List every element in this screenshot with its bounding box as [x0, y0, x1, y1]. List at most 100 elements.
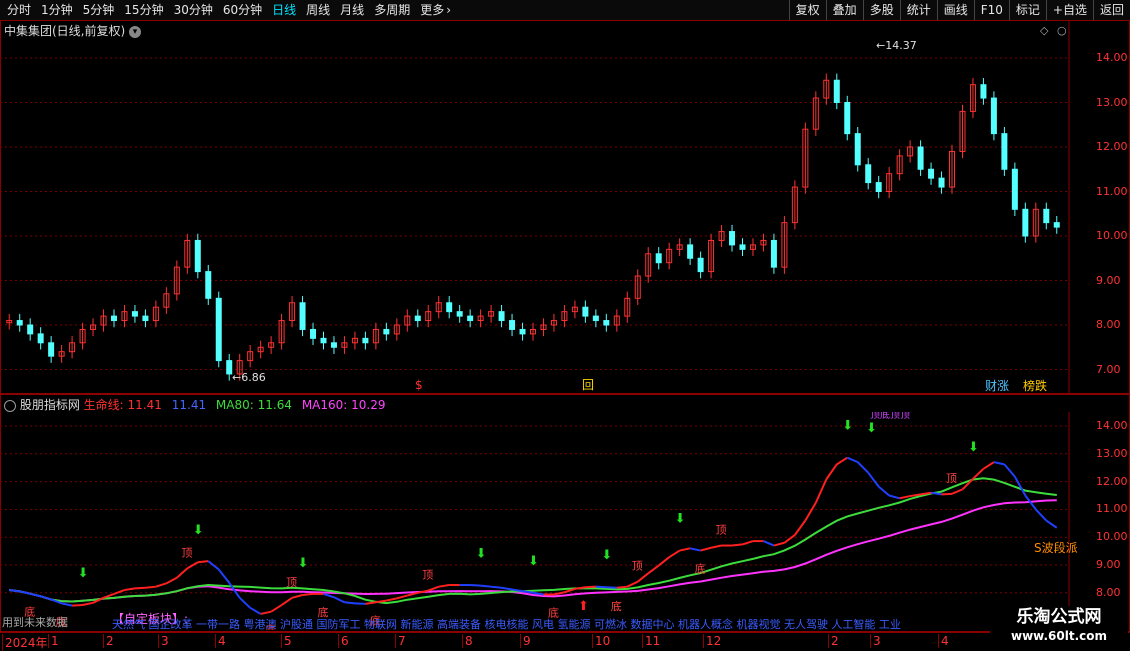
candle	[121, 304, 128, 328]
candle	[739, 238, 746, 257]
top-marker-text: 顶底顶顶	[870, 412, 910, 421]
indicator-chart[interactable]: ⬇⬇⬇⬇⬇⬇⬇⬇⬇顶顶顶顶顶顶底底底底底底底底顶底顶顶⬇⬆	[0, 412, 1070, 630]
settings-icon[interactable]	[4, 399, 16, 412]
x-axis-label: 9	[520, 634, 531, 648]
life-line-segment	[616, 585, 628, 589]
toolbar-button-6[interactable]: 标记	[1008, 0, 1046, 20]
candle	[131, 304, 138, 323]
top-toolbar: 分时 1分钟 5分钟 15分钟 30分钟 60分钟 日线 周线 月线 多周期 更多 › 复权 叠加 多股统…	[0, 0, 1130, 21]
x-axis-label: 8	[462, 634, 473, 648]
candle	[425, 304, 432, 328]
toolbar-button-4[interactable]: 画线	[936, 0, 974, 20]
toolbar-button-5[interactable]: F10	[973, 0, 1009, 20]
period-tab-1[interactable]: 1分钟	[36, 2, 78, 18]
bottom-tag: 底	[611, 599, 622, 613]
buy-arrow-icon: ⬇	[842, 419, 853, 434]
watermark: 乐淘公式网 www.60lt.com	[990, 606, 1128, 650]
candle	[896, 149, 903, 181]
period-tab-7[interactable]: 周线	[301, 2, 335, 18]
x-axis-label: 11	[642, 634, 660, 648]
future-data-note: 用到未来数据	[2, 616, 68, 629]
life-line-segment	[867, 472, 880, 488]
life-line-segment	[438, 584, 450, 588]
price-chart[interactable]: ←14.37 ←6.86 $ 回 财涨 榜跌 ◇ ○	[0, 21, 1070, 393]
period-tab-8[interactable]: 月线	[335, 2, 369, 18]
watermark-url: www.60lt.com	[1010, 629, 1108, 643]
candle	[823, 73, 830, 105]
life-line-segment	[365, 601, 377, 605]
price-axis-label: 9.00	[1096, 273, 1121, 287]
life-line-segment	[239, 597, 251, 609]
period-tab-3[interactable]: 15分钟	[119, 2, 168, 18]
period-tab-2[interactable]: 5分钟	[78, 2, 120, 18]
x-axis-label: 12	[703, 634, 721, 648]
period-tab-9[interactable]: 多周期	[369, 2, 415, 18]
life-line-segment	[270, 604, 283, 613]
candle	[990, 91, 997, 141]
candle	[812, 91, 819, 136]
toolbar-button-1[interactable]: 叠加	[825, 0, 863, 20]
candle	[959, 104, 966, 159]
life-line-segment	[291, 594, 303, 599]
ma160-line	[9, 499, 1057, 603]
x-axis-label: 4	[938, 634, 949, 648]
circle-icon[interactable]: ○	[1057, 24, 1067, 37]
more-chevron-icon[interactable]: ›	[441, 2, 456, 18]
period-tab-5[interactable]: 60分钟	[218, 2, 267, 18]
diamond-icon[interactable]: ◇	[1040, 24, 1049, 37]
life-line-segment	[197, 560, 209, 564]
life-line-segment	[501, 586, 513, 591]
toolbar-button-2[interactable]: 多股	[862, 0, 900, 20]
life-line-segment	[846, 456, 859, 464]
candle	[833, 73, 840, 110]
candle	[257, 340, 264, 359]
candle	[446, 296, 453, 319]
candle	[1032, 202, 1039, 243]
buy-arrow-icon: ⬇	[528, 554, 539, 569]
life-line-segment	[260, 610, 272, 615]
life-line-segment	[689, 547, 701, 552]
box-marker: 回	[582, 378, 594, 392]
indicator-axis-label: 13.00	[1096, 446, 1128, 460]
candle	[16, 313, 23, 332]
toolbar-button-0[interactable]: 复权	[788, 0, 826, 20]
candle	[289, 296, 296, 328]
life-line-segment	[993, 461, 1005, 466]
period-tab-4[interactable]: 30分钟	[169, 2, 218, 18]
life-line-segment	[1003, 463, 1016, 478]
life-line-segment	[61, 602, 73, 607]
top-tag: 顶	[181, 546, 192, 559]
buy-arrow-icon: ⬇	[675, 512, 686, 527]
candle	[634, 269, 641, 305]
life-line-segment	[1045, 519, 1058, 529]
indicator-axis-label: 12.00	[1096, 474, 1128, 488]
period-tab-0[interactable]: 分时	[2, 2, 36, 18]
life-line-segment	[470, 584, 481, 587]
toolbar-buttons: 复权 叠加 多股 统计 画线 F10 标记 +自选 返回	[788, 0, 1130, 20]
indicator-axis: 14.00 13.00 12.00 11.00 10.00 9.00 8.00	[1072, 412, 1130, 632]
toolbar-button-7[interactable]: +自选	[1045, 0, 1093, 20]
candle	[624, 291, 631, 323]
candle	[1011, 162, 1018, 216]
price-axis-label: 10.00	[1096, 229, 1128, 242]
candle	[205, 264, 212, 305]
candle	[949, 144, 956, 194]
indicator-axis-label: 8.00	[1096, 585, 1121, 599]
period-tab-6[interactable]: 日线	[267, 2, 301, 18]
side-label: S波段派	[1034, 541, 1078, 555]
life-line-segment	[825, 463, 838, 480]
high-price-label: ←14.37	[876, 39, 917, 52]
candle	[37, 327, 44, 350]
candle	[708, 233, 715, 279]
life-line-segment	[951, 488, 963, 495]
price-axis-label: 13.00	[1096, 95, 1128, 109]
life-line-segment	[217, 568, 231, 584]
life-line-segment	[972, 468, 985, 480]
toolbar-button-8[interactable]: 返回	[1092, 0, 1130, 20]
life-line-segment	[124, 587, 136, 592]
candle	[697, 251, 704, 279]
x-axis-label: 7	[395, 634, 406, 648]
toolbar-button-3[interactable]: 统计	[899, 0, 937, 20]
life-line-segment	[323, 592, 335, 599]
ma160-value: 10.29	[351, 398, 386, 412]
